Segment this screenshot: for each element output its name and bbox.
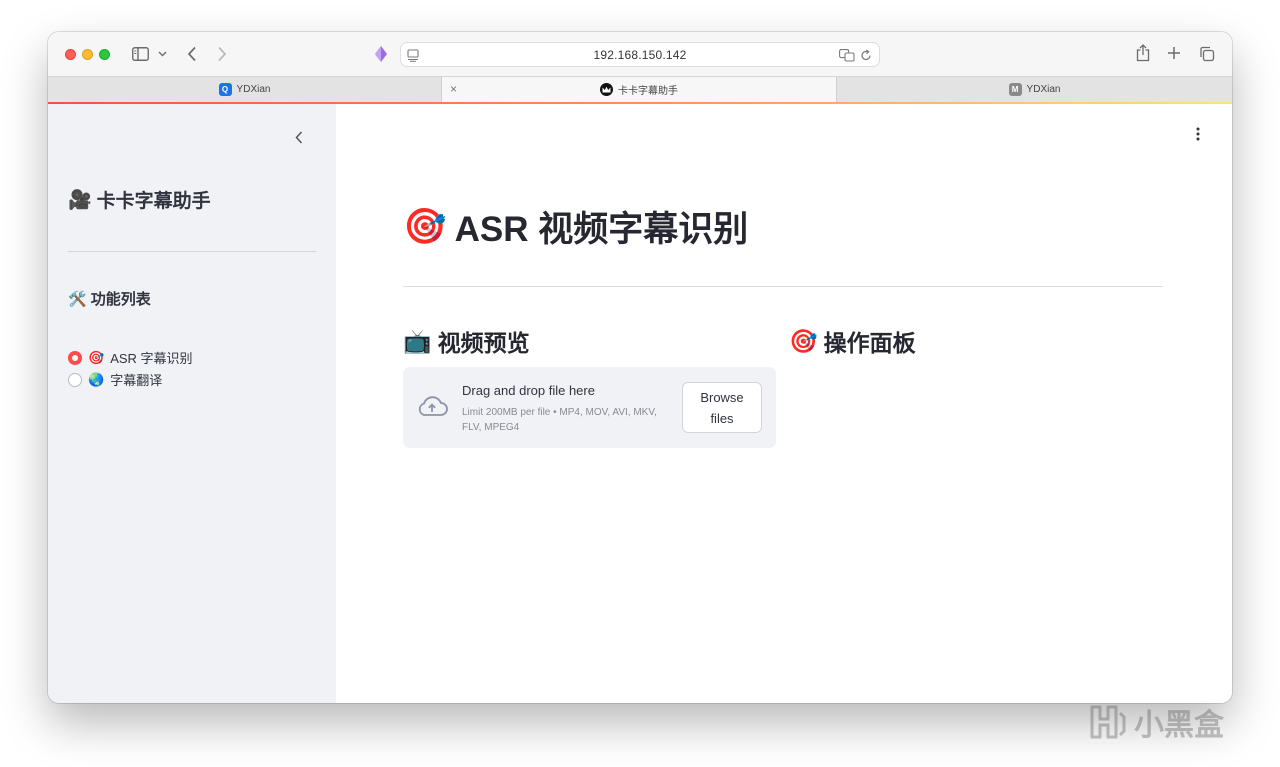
tab-close-button[interactable]: × bbox=[450, 82, 457, 96]
video-preview-text: 视频预览 bbox=[437, 330, 530, 356]
control-panel-text: 操作面板 bbox=[823, 330, 916, 356]
sidebar-title-text: 卡卡字幕助手 bbox=[96, 191, 211, 212]
video-preview-header: 📺 视频预览 bbox=[403, 324, 530, 358]
target-icon: 🎯 bbox=[789, 327, 818, 354]
main-panel: 🎯 ASR 视频字幕识别 📺 视频预览 🎯 操作面板 Drag and drop… bbox=[336, 104, 1232, 703]
screenshot-stage: 192.168.150.142 Q YDXian × 卡卡字幕助手 M YDXi… bbox=[0, 0, 1280, 767]
m-app-icon: M bbox=[1008, 83, 1022, 96]
tab-label: YDXian bbox=[1026, 84, 1061, 95]
sidebar-section-text: 功能列表 bbox=[90, 291, 151, 308]
collapse-sidebar-icon[interactable] bbox=[289, 127, 309, 147]
forward-arrow-icon[interactable] bbox=[212, 44, 232, 64]
tab-label: 卡卡字幕助手 bbox=[618, 86, 678, 97]
sidebar-section-title: 🛠️ 功能列表 bbox=[68, 288, 151, 309]
crown-icon bbox=[600, 83, 613, 96]
chevron-down-icon[interactable] bbox=[156, 47, 168, 61]
target-icon: 🎯 bbox=[88, 349, 105, 365]
uploader-limit-text: Limit 200MB per file • MP4, MOV, AVI, MK… bbox=[462, 407, 657, 433]
minimize-window-button[interactable] bbox=[82, 49, 93, 60]
address-bar[interactable]: 192.168.150.142 bbox=[400, 42, 880, 67]
tab-overview-icon[interactable] bbox=[1197, 44, 1217, 64]
address-text: 192.168.150.142 bbox=[593, 48, 687, 62]
uploader-title: Drag and drop file here bbox=[462, 383, 595, 398]
control-panel-header: 🎯 操作面板 bbox=[789, 324, 916, 358]
tools-icon: 🛠️ bbox=[68, 290, 87, 308]
app-sidebar: 🎥 卡卡字幕助手 🛠️ 功能列表 🎯 ASR 字幕识别 🌏 字幕翻译 bbox=[48, 104, 336, 703]
q-app-icon: Q bbox=[218, 83, 232, 96]
sidebar-divider bbox=[68, 251, 316, 252]
globe-icon: 🌏 bbox=[88, 371, 105, 387]
watermark: 小黑盒 bbox=[1088, 700, 1224, 744]
page-title-text: ASR 视频字幕识别 bbox=[454, 210, 749, 249]
television-icon: 📺 bbox=[403, 327, 432, 354]
browser-window: 192.168.150.142 Q YDXian × 卡卡字幕助手 M YDXi… bbox=[48, 32, 1232, 703]
reload-icon[interactable] bbox=[859, 47, 873, 63]
radio-unselected-icon[interactable] bbox=[68, 372, 82, 387]
radio-option-asr[interactable]: 🎯 ASR 字幕识别 bbox=[68, 348, 193, 367]
tab-label: YDXian bbox=[236, 84, 271, 95]
sidebar-title: 🎥 卡卡字幕助手 bbox=[68, 186, 211, 213]
browser-toolbar: 192.168.150.142 bbox=[48, 32, 1232, 76]
kebab-menu-icon[interactable] bbox=[1191, 125, 1205, 143]
radio-selected-icon[interactable] bbox=[68, 350, 82, 365]
back-arrow-icon[interactable] bbox=[182, 44, 202, 64]
tab-ydxian-2[interactable]: M YDXian bbox=[836, 77, 1232, 102]
radio-option-translate[interactable]: 🌏 字幕翻译 bbox=[68, 370, 162, 389]
translate-icon[interactable] bbox=[839, 47, 855, 63]
share-icon[interactable] bbox=[1134, 43, 1152, 63]
radio-label: 字幕翻译 bbox=[110, 373, 163, 388]
page-title: 🎯 ASR 视频字幕识别 bbox=[403, 201, 748, 252]
heybox-logo-icon bbox=[1090, 705, 1126, 739]
page-content: 🎥 卡卡字幕助手 🛠️ 功能列表 🎯 ASR 字幕识别 🌏 字幕翻译 🎯 ASR… bbox=[48, 104, 1232, 703]
new-tab-icon[interactable] bbox=[1165, 44, 1183, 62]
file-uploader-dropzone[interactable]: Drag and drop file here Limit 200MB per … bbox=[403, 367, 776, 448]
radio-label: ASR 字幕识别 bbox=[110, 351, 193, 366]
target-icon: 🎯 bbox=[403, 207, 447, 246]
cloud-upload-icon bbox=[416, 393, 448, 419]
movie-camera-icon: 🎥 bbox=[68, 189, 92, 211]
watermark-text: 小黑盒 bbox=[1134, 709, 1224, 742]
sidebar-toggle-icon[interactable] bbox=[131, 46, 149, 62]
tab-ydxian-1[interactable]: Q YDXian bbox=[48, 77, 442, 102]
close-window-button[interactable] bbox=[65, 49, 76, 60]
zoom-window-button[interactable] bbox=[99, 49, 110, 60]
title-divider bbox=[403, 286, 1163, 287]
extension-icon[interactable] bbox=[371, 44, 391, 64]
tab-strip: Q YDXian × 卡卡字幕助手 M YDXian bbox=[48, 76, 1232, 102]
browse-files-button[interactable]: Browse files bbox=[682, 382, 762, 433]
tab-kaka-subtitle[interactable]: × 卡卡字幕助手 bbox=[442, 77, 836, 102]
